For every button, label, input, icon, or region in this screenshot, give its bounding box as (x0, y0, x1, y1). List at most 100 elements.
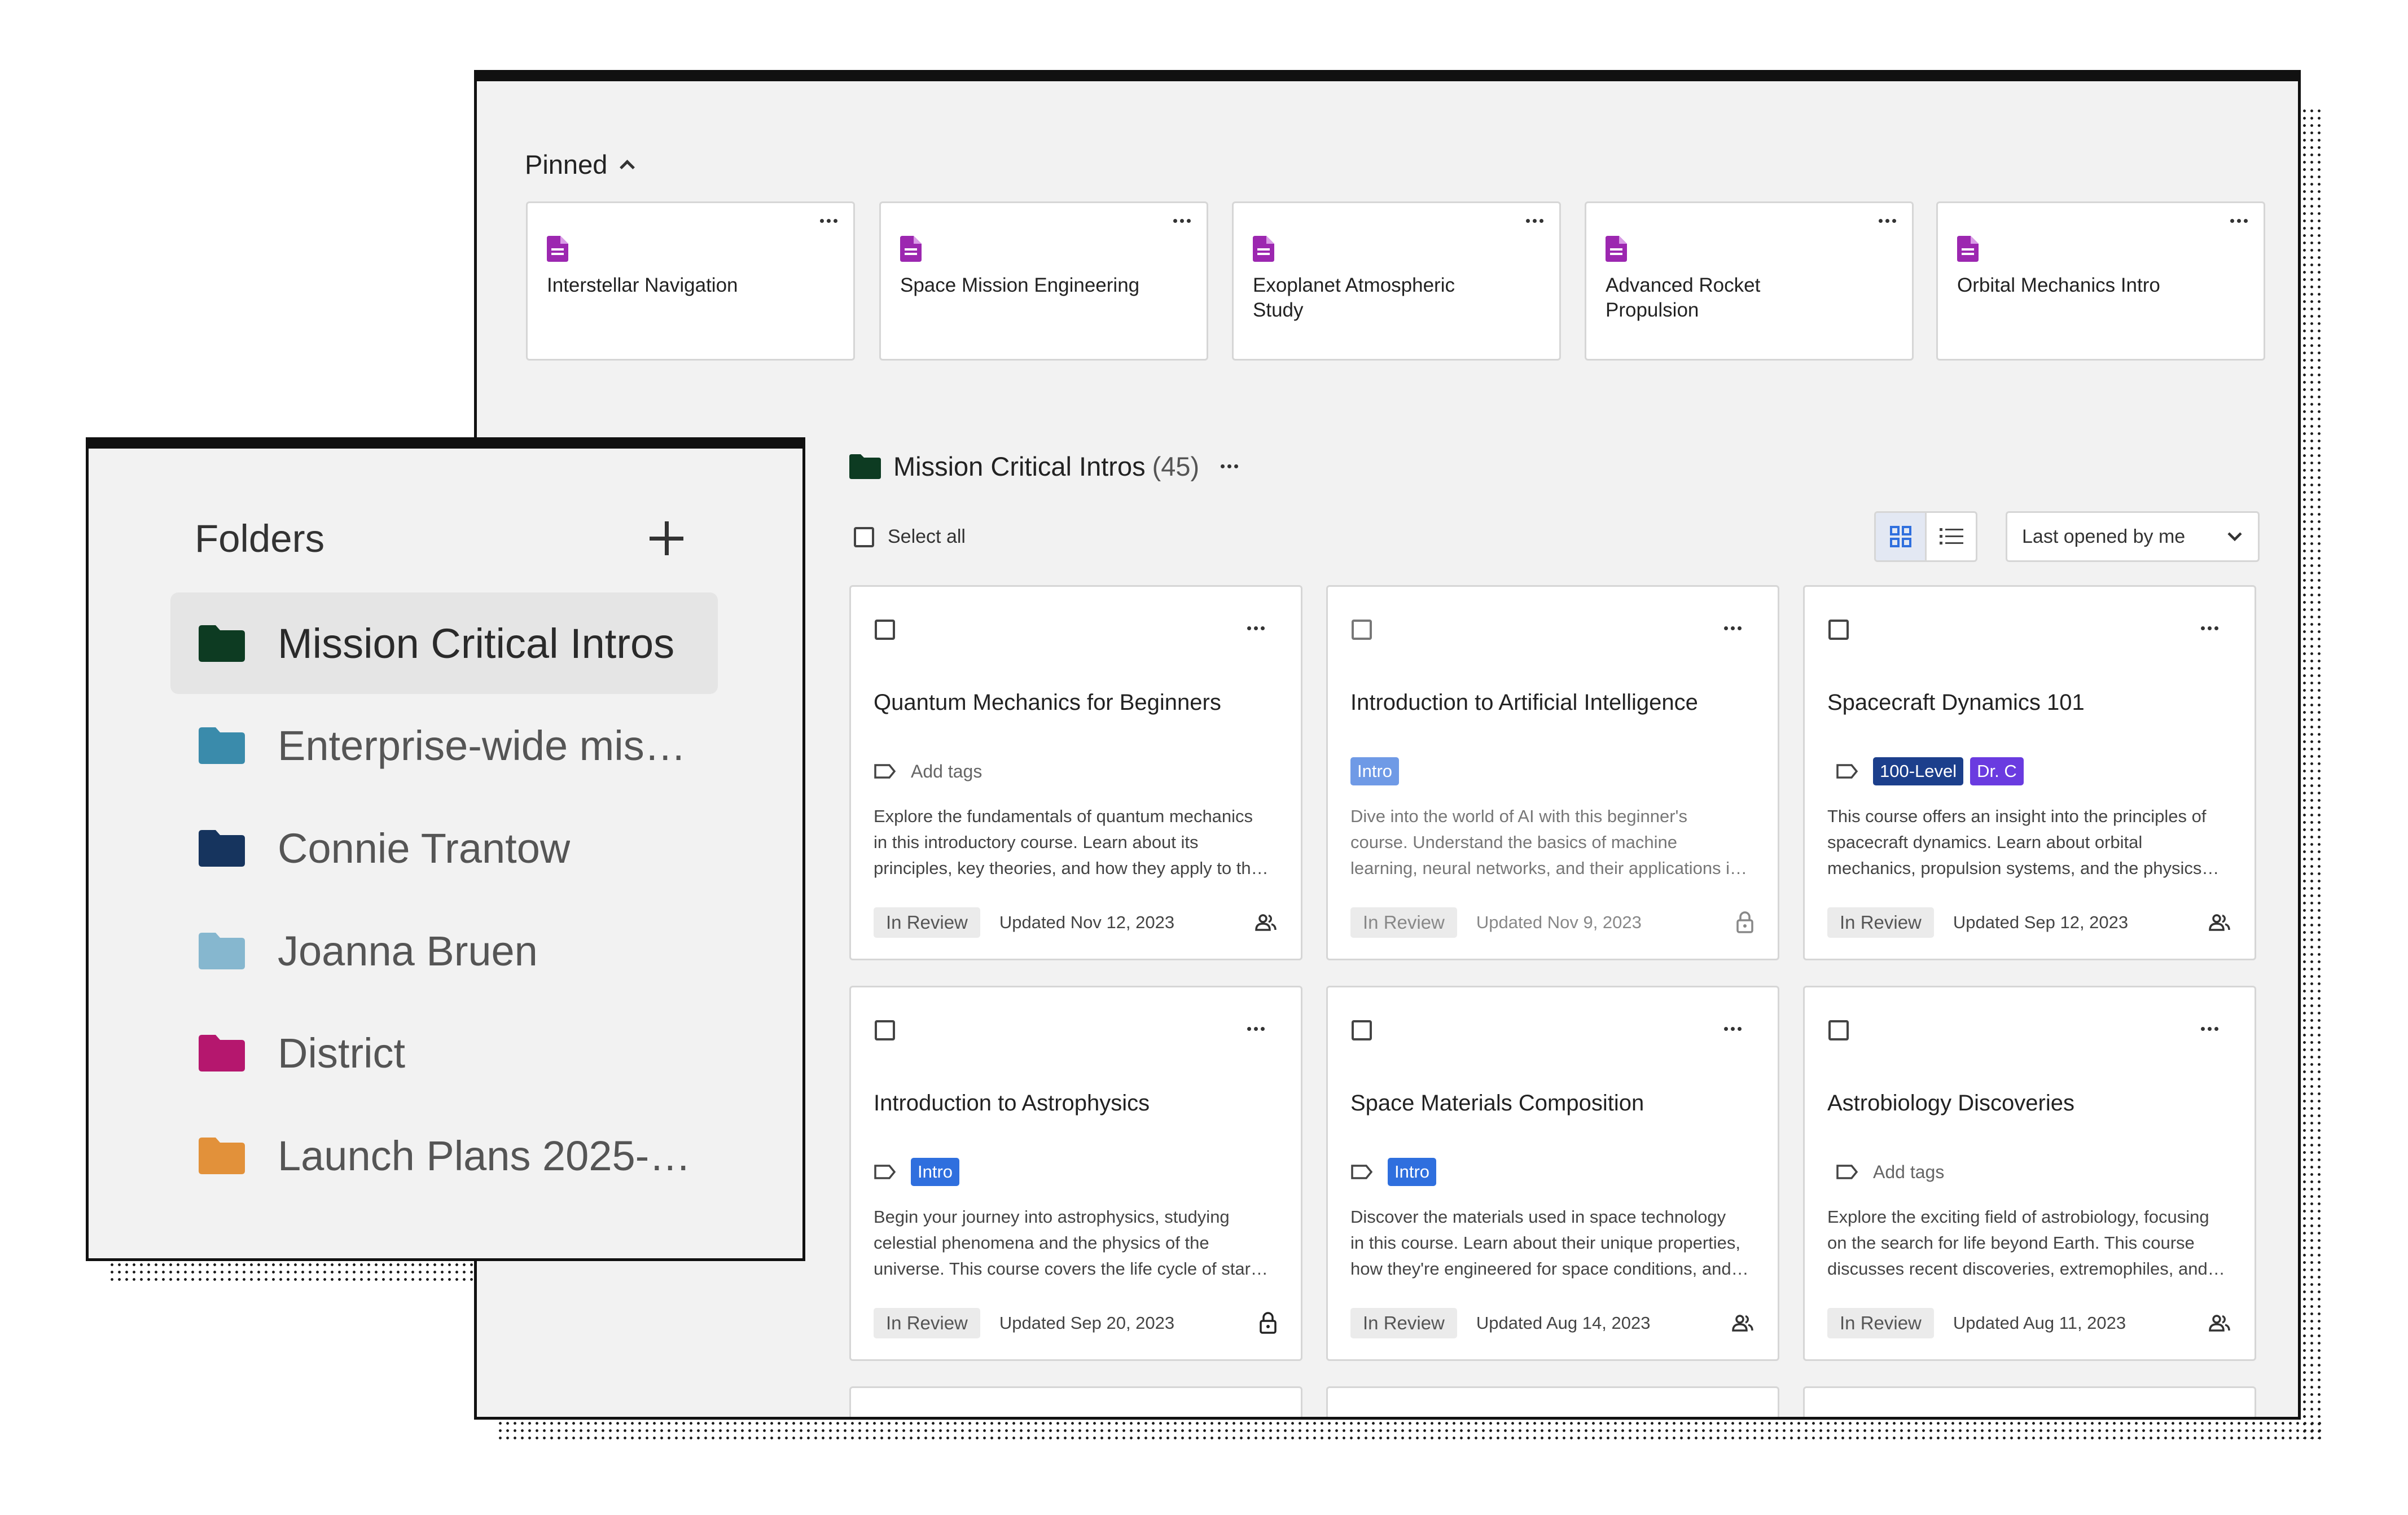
folder-item-connie-trantow[interactable]: Connie Trantow (170, 797, 718, 899)
card-checkbox[interactable] (875, 620, 895, 640)
window-shadow-right (2301, 107, 2323, 1439)
pinned-header[interactable]: Pinned (525, 149, 635, 180)
folder-item-mission-critical-intros[interactable]: Mission Critical Intros (170, 592, 718, 694)
sort-value: Last opened by me (2022, 525, 2186, 547)
more-options-icon[interactable] (2198, 1024, 2222, 1034)
list-view-button[interactable] (1927, 513, 1976, 560)
people-icon[interactable] (2208, 1314, 2231, 1332)
course-card[interactable]: Quantum Mechanics for Beginners Add tags… (849, 585, 1302, 960)
view-toggle (1874, 511, 1977, 562)
course-description: Explore the fundamentals of quantum mech… (874, 806, 1269, 878)
chevron-down-icon (2227, 532, 2242, 542)
grid-icon (1889, 526, 1911, 547)
folders-panel: Folders Mission Critical Intros Enterpri… (86, 437, 805, 1261)
folder-icon (199, 1034, 245, 1072)
card-footer: In Review Updated Sep 12, 2023 (1827, 907, 2231, 938)
select-all-checkbox[interactable] (854, 526, 874, 547)
people-icon[interactable] (1731, 1314, 1754, 1332)
course-title: Introduction to Artificial Intelligence (1350, 690, 1698, 715)
course-description: Dive into the world of AI with this begi… (1350, 806, 1748, 878)
folder-item-enterprise-wide[interactable]: Enterprise-wide missio… (170, 695, 718, 796)
tag-row: Add tags (1836, 1157, 1944, 1187)
course-card-partial[interactable] (1326, 1386, 1779, 1417)
tag-row: Intro (1350, 756, 1400, 787)
tag-chip[interactable]: Intro (1350, 757, 1400, 785)
add-tags-button[interactable]: Add tags (911, 761, 982, 782)
course-card-partial[interactable] (1803, 1386, 2256, 1417)
more-options-icon[interactable] (1244, 623, 1268, 634)
folder-label: Connie Trantow (278, 824, 571, 872)
card-checkbox[interactable] (1352, 1020, 1372, 1040)
more-options-icon[interactable] (1721, 623, 1745, 634)
more-options-icon[interactable] (1523, 216, 1547, 226)
select-all[interactable]: Select all (854, 526, 966, 548)
course-description: This course offers an insight into the p… (1827, 806, 2220, 878)
pinned-card[interactable]: Orbital Mechanics Intro (1936, 201, 2265, 361)
folder-icon (199, 932, 245, 969)
pinned-card-title: Orbital Mechanics Intro (1957, 274, 2160, 296)
course-title: Space Materials Composition (1350, 1091, 1644, 1116)
more-options-icon[interactable] (817, 216, 841, 226)
tag-row: Add tags (874, 756, 982, 787)
card-checkbox[interactable] (875, 1020, 895, 1040)
course-card-partial[interactable] (849, 1386, 1302, 1417)
more-options-icon[interactable] (1875, 216, 1900, 226)
course-card[interactable]: Astrobiology Discoveries Add tags Explor… (1803, 986, 2256, 1361)
tag-chip[interactable]: Dr. C (1970, 757, 2024, 785)
course-card[interactable]: Introduction to Astrophysics Intro Begin… (849, 986, 1302, 1361)
pinned-card[interactable]: Space Mission Engineering (879, 201, 1208, 361)
tag-icon (1836, 1165, 1858, 1179)
pinned-card[interactable]: Exoplanet Atmospheric Study (1232, 201, 1561, 361)
more-options-icon[interactable] (1244, 1024, 1268, 1034)
sort-dropdown[interactable]: Last opened by me (2006, 511, 2260, 562)
status-badge: In Review (1827, 907, 1934, 938)
folder-item-joanna-bruen[interactable]: Joanna Bruen (170, 900, 718, 1002)
list-icon (1939, 528, 1963, 544)
pinned-card-title: Space Mission Engineering (900, 274, 1140, 296)
status-badge: In Review (874, 1308, 980, 1338)
tag-chip[interactable]: Intro (1388, 1158, 1437, 1186)
card-footer: In Review Updated Aug 11, 2023 (1827, 1308, 2231, 1338)
more-options-icon[interactable] (2198, 623, 2222, 634)
updated-date: Updated Nov 12, 2023 (999, 912, 1175, 932)
card-footer: In Review Updated Aug 14, 2023 (1350, 1308, 1754, 1338)
folder-icon (199, 727, 245, 764)
course-card[interactable]: Introduction to Artificial Intelligence … (1326, 585, 1779, 960)
people-icon[interactable] (2208, 914, 2231, 932)
tag-icon (1836, 764, 1858, 779)
tag-icon (874, 1165, 896, 1179)
lock-icon[interactable] (1736, 911, 1754, 934)
folder-label: District (278, 1029, 406, 1077)
status-badge: In Review (1827, 1308, 1934, 1338)
add-folder-icon[interactable] (644, 516, 688, 560)
tag-chip[interactable]: 100-Level (1873, 757, 1964, 785)
document-icon (900, 236, 922, 262)
pinned-card[interactable]: Interstellar Navigation (526, 201, 855, 361)
folder-label: Launch Plans 2025-20… (278, 1132, 707, 1179)
folder-more-icon[interactable] (1217, 461, 1242, 472)
course-title: Astrobiology Discoveries (1827, 1091, 2074, 1116)
chevron-up-icon[interactable] (620, 160, 635, 175)
folder-item-district[interactable]: District (170, 1002, 718, 1104)
add-tags-button[interactable]: Add tags (1873, 1162, 1944, 1183)
folder-title: Mission Critical Intros (893, 451, 1146, 481)
card-checkbox[interactable] (1352, 620, 1372, 640)
more-options-icon[interactable] (1170, 216, 1194, 226)
course-description: Discover the materials used in space tec… (1350, 1207, 1749, 1279)
folder-item-launch-plans[interactable]: Launch Plans 2025-20… (170, 1105, 718, 1206)
tag-row: Intro (874, 1157, 960, 1187)
more-options-icon[interactable] (2227, 216, 2251, 226)
course-description: Begin your journey into astrophysics, st… (874, 1207, 1268, 1279)
tag-chip[interactable]: Intro (911, 1158, 960, 1186)
course-card[interactable]: Spacecraft Dynamics 101 100-Level Dr. C … (1803, 585, 2256, 960)
folder-icon (199, 829, 245, 867)
lock-icon[interactable] (1259, 1312, 1277, 1334)
folder-icon (849, 454, 881, 479)
course-card[interactable]: Space Materials Composition Intro Discov… (1326, 986, 1779, 1361)
card-checkbox[interactable] (1828, 620, 1849, 640)
card-checkbox[interactable] (1828, 1020, 1849, 1040)
grid-view-button[interactable] (1876, 513, 1927, 560)
more-options-icon[interactable] (1721, 1024, 1745, 1034)
pinned-card[interactable]: Advanced Rocket Propulsion (1585, 201, 1914, 361)
people-icon[interactable] (1255, 914, 1277, 932)
